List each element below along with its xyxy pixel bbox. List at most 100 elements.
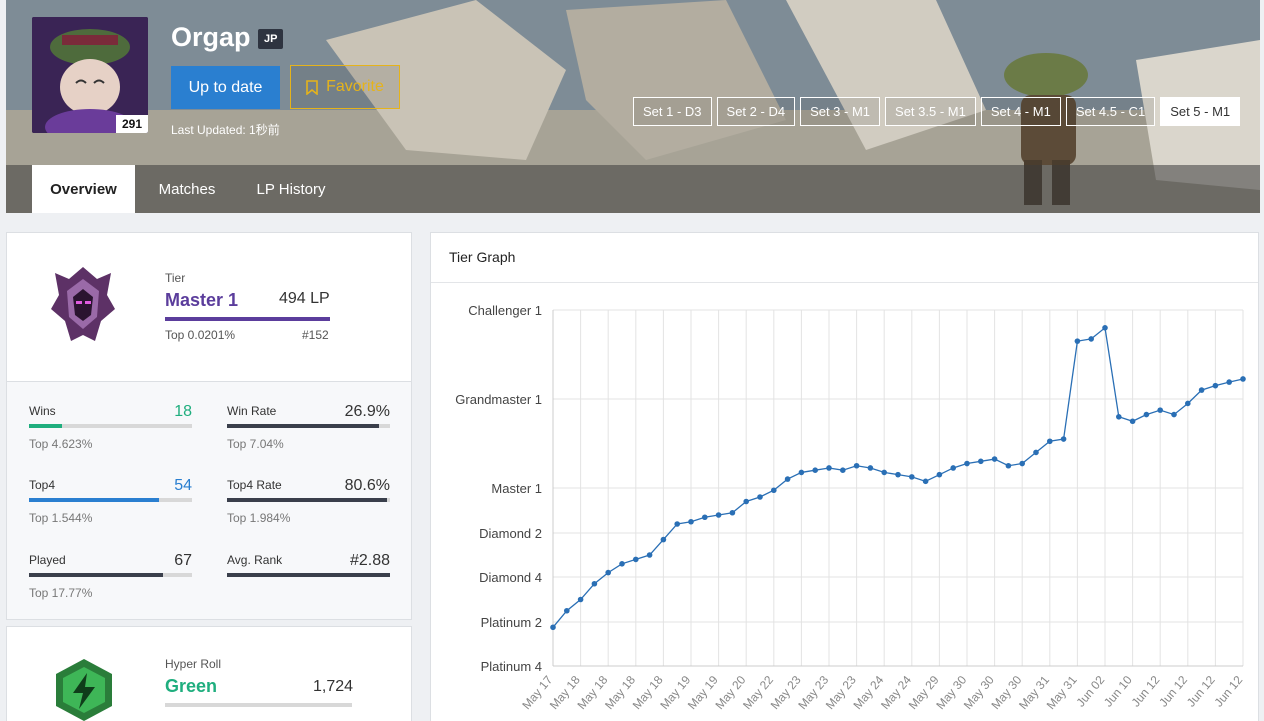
hyper-roll-bar bbox=[165, 703, 352, 707]
stat-bar-fill bbox=[227, 573, 390, 577]
lp-value: 494 LP bbox=[279, 290, 330, 307]
series-point bbox=[840, 467, 846, 473]
series-point bbox=[1212, 382, 1219, 389]
y-tick-label: Platinum 2 bbox=[481, 615, 542, 630]
set-selector: Set 1 - D3 Set 2 - D4 Set 3 - M1 Set 3.5… bbox=[633, 97, 1241, 126]
profile-header: 291 Orgap JP Up to date Favorite Last Up… bbox=[6, 0, 1260, 213]
series-point bbox=[978, 458, 984, 465]
last-updated: Last Updated: 1秒前 bbox=[171, 123, 280, 137]
series-point bbox=[1033, 449, 1039, 456]
series-point bbox=[1088, 336, 1094, 342]
tab-overview[interactable]: Overview bbox=[32, 165, 135, 213]
series-point bbox=[646, 552, 653, 558]
series-point bbox=[1060, 436, 1067, 442]
stat-subtext: Top 17.77% bbox=[29, 586, 93, 600]
series-point bbox=[1226, 379, 1232, 385]
series-point bbox=[922, 478, 929, 485]
set-button[interactable]: Set 3 - M1 bbox=[800, 97, 881, 126]
series-point bbox=[1185, 400, 1191, 407]
top-percent: Top 0.0201% bbox=[165, 328, 236, 342]
series-point bbox=[936, 471, 943, 478]
stat-subtext: Top 4.623% bbox=[29, 437, 93, 451]
set-button[interactable]: Set 1 - D3 bbox=[633, 97, 712, 126]
tier-line-chart: Platinum 4 Platinum 2 Diamond 4 Diamond 2 Ma… bbox=[455, 303, 1246, 712]
set-button[interactable]: Set 2 - D4 bbox=[716, 97, 796, 126]
series-point bbox=[1019, 460, 1025, 467]
set-button-active[interactable]: Set 5 - M1 bbox=[1160, 97, 1241, 126]
stat-bar-fill bbox=[29, 424, 62, 428]
y-tick-label: Master 1 bbox=[491, 481, 542, 496]
series-point bbox=[853, 462, 860, 469]
set-button[interactable]: Set 4 - M1 bbox=[980, 97, 1061, 126]
stat-value: 54 bbox=[174, 477, 192, 494]
series-point bbox=[591, 580, 598, 587]
stat-bar bbox=[29, 424, 192, 428]
favorite-label: Favorite bbox=[326, 78, 384, 95]
series-point bbox=[867, 465, 874, 471]
stat-bar bbox=[227, 424, 390, 428]
stat-bar-fill bbox=[29, 498, 160, 502]
update-button[interactable]: Up to date bbox=[171, 66, 280, 109]
hyper-roll-rating: 1,724 bbox=[313, 678, 354, 695]
series-point bbox=[784, 476, 791, 482]
y-tick-label: Diamond 2 bbox=[479, 526, 542, 541]
x-tick-label: Jun 10 bbox=[1101, 673, 1135, 710]
master-emblem-icon bbox=[51, 267, 115, 341]
tab-lp-history[interactable]: LP History bbox=[242, 165, 340, 213]
series-point bbox=[1102, 325, 1108, 331]
series-point bbox=[619, 561, 625, 567]
series-point bbox=[1074, 338, 1081, 344]
tier-panel: Tier Master 1 494 LP Top 0.0201% #152 bbox=[6, 232, 412, 382]
bookmark-icon bbox=[306, 79, 318, 95]
tier-name: Master 1 bbox=[165, 290, 239, 310]
stat-bar bbox=[29, 573, 192, 577]
chart-title: Tier Graph bbox=[449, 249, 516, 265]
favorite-button[interactable]: Favorite bbox=[290, 65, 400, 109]
y-tick-label: Grandmaster 1 bbox=[455, 392, 542, 407]
x-tick-label: May 31 bbox=[1044, 673, 1080, 712]
series-point bbox=[1240, 376, 1246, 382]
series-point bbox=[660, 536, 667, 543]
series-point bbox=[564, 607, 570, 614]
series-point bbox=[1116, 414, 1122, 420]
series-point bbox=[743, 498, 749, 505]
series-point bbox=[1129, 418, 1136, 425]
y-tick-label: Challenger 1 bbox=[468, 303, 542, 318]
series-point bbox=[798, 469, 805, 476]
tab-matches[interactable]: Matches bbox=[146, 165, 228, 213]
x-tick-label: Jun 12 bbox=[1184, 673, 1218, 710]
series-point bbox=[702, 514, 708, 521]
stat-bar bbox=[227, 498, 390, 502]
series-point bbox=[812, 467, 818, 473]
hyper-roll-panel: Hyper Roll Green 1,724 bbox=[6, 626, 412, 721]
set-button[interactable]: Set 3.5 - M1 bbox=[885, 97, 976, 126]
series-point bbox=[688, 518, 694, 525]
stat-bar-fill bbox=[227, 498, 387, 502]
series-point bbox=[633, 556, 639, 563]
stat-value: 18 bbox=[174, 403, 192, 420]
set-button[interactable]: Set 4.5 - C1 bbox=[1065, 97, 1156, 126]
series-point bbox=[771, 487, 777, 494]
stat-bar bbox=[29, 498, 192, 502]
series-point bbox=[1143, 411, 1150, 418]
series-point bbox=[950, 465, 956, 471]
tier-label: Tier bbox=[165, 271, 186, 285]
stat-subtext: Top 7.04% bbox=[227, 437, 284, 451]
stat-bar-fill bbox=[227, 424, 379, 428]
series-point bbox=[729, 509, 736, 516]
stat-subtext: Top 1.984% bbox=[227, 511, 291, 525]
x-tick-label: Jun 12 bbox=[1156, 673, 1190, 710]
stat-value: 67 bbox=[174, 552, 192, 569]
series-point bbox=[881, 469, 887, 476]
series-point bbox=[674, 521, 680, 527]
x-tick-label: Jun 12 bbox=[1211, 673, 1245, 710]
ladder-rank: #152 bbox=[302, 328, 329, 342]
series-point bbox=[577, 596, 584, 603]
series-point bbox=[826, 465, 832, 471]
hyper-roll-green-emblem-icon bbox=[56, 659, 112, 721]
y-tick-label: Diamond 4 bbox=[479, 570, 542, 585]
hyper-roll-tier: Green bbox=[165, 676, 218, 696]
stat-value: 26.9% bbox=[344, 403, 390, 420]
series-point bbox=[909, 474, 915, 480]
stat-bar-fill bbox=[29, 573, 163, 577]
